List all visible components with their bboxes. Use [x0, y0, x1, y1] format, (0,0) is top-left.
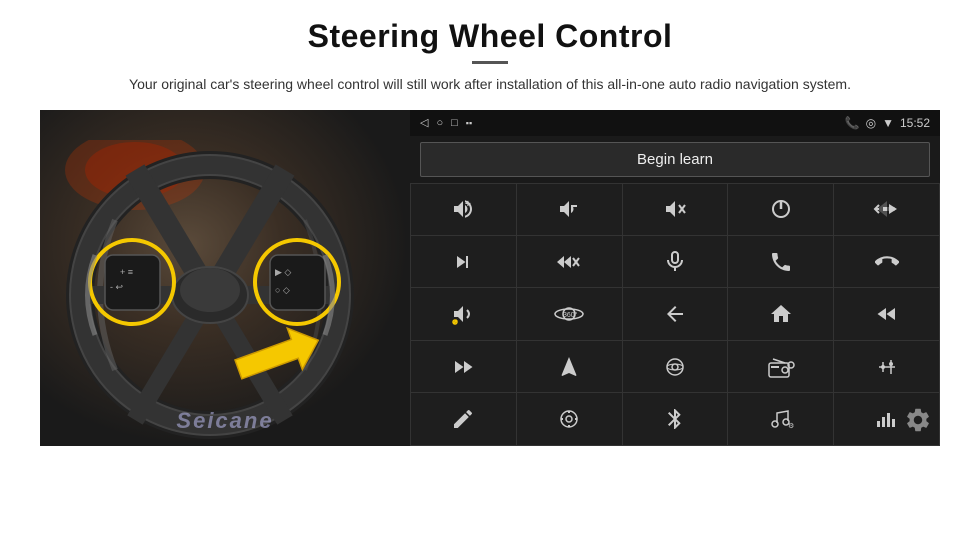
begin-learn-button[interactable]: Begin learn	[420, 142, 930, 177]
mute-button[interactable]	[623, 184, 728, 235]
back-icon: ◁	[420, 116, 428, 129]
android-panel: ◁ ○ □ ▪▪ 📞 ◎ ▼ 15:52 Begin learn	[410, 110, 940, 446]
home-icon: ○	[436, 117, 443, 129]
svg-text:360°: 360°	[563, 311, 578, 319]
page-title: Steering Wheel Control	[308, 18, 673, 55]
svg-text:+ ≡: + ≡	[120, 267, 133, 277]
subtitle: Your original car's steering wheel contr…	[129, 74, 851, 96]
call-button[interactable]	[728, 236, 833, 287]
eq-button[interactable]	[834, 341, 939, 392]
svg-text:+: +	[465, 199, 471, 210]
hang-up-button[interactable]	[834, 236, 939, 287]
eject-button[interactable]	[623, 341, 728, 392]
content-area: + ≡ - ↩ ▶ ◇ ○ ◇	[40, 110, 940, 548]
status-left: ◁ ○ □ ▪▪	[420, 116, 472, 129]
svg-text:▶ ◇: ▶ ◇	[275, 267, 291, 277]
begin-learn-row: Begin learn	[410, 136, 940, 183]
radio-button[interactable]	[728, 341, 833, 392]
svg-text:- ↩: - ↩	[110, 282, 123, 292]
skip-next-button[interactable]	[411, 236, 516, 287]
back-nav-button[interactable]	[623, 288, 728, 339]
edit-button[interactable]	[411, 393, 516, 444]
page-wrapper: Steering Wheel Control Your original car…	[0, 0, 980, 548]
ff-button[interactable]	[517, 236, 622, 287]
recents-icon: □	[451, 117, 458, 129]
360-cam-button[interactable]: 360°	[517, 288, 622, 339]
wifi-icon: ▼	[882, 116, 894, 130]
watermark: Seicane	[176, 408, 273, 434]
clock: 15:52	[900, 116, 930, 130]
svg-text:⚙: ⚙	[788, 422, 794, 430]
settings-gear-icon[interactable]	[904, 406, 932, 440]
vol-down-button[interactable]	[517, 184, 622, 235]
vol-up-button[interactable]: +	[411, 184, 516, 235]
status-bar: ◁ ○ □ ▪▪ 📞 ◎ ▼ 15:52	[410, 110, 940, 136]
steering-wheel-image: + ≡ - ↩ ▶ ◇ ○ ◇	[40, 110, 410, 446]
music-button[interactable]: ⚙	[728, 393, 833, 444]
title-divider	[472, 61, 508, 64]
phone-icon: 📞	[845, 116, 860, 130]
location-icon: ◎	[866, 116, 876, 130]
steering-wheel-svg: + ≡ - ↩ ▶ ◇ ○ ◇	[55, 140, 375, 440]
fast-forward-button[interactable]	[411, 341, 516, 392]
signal-icon: ▪▪	[466, 118, 472, 128]
svg-text:○ ◇: ○ ◇	[275, 285, 290, 295]
bluetooth-button[interactable]	[623, 393, 728, 444]
power-button[interactable]	[728, 184, 833, 235]
controls-grid: +	[410, 183, 940, 446]
call-prev-button[interactable]	[834, 184, 939, 235]
horn-button[interactable]	[411, 288, 516, 339]
settings-button[interactable]	[517, 393, 622, 444]
mic-button[interactable]	[623, 236, 728, 287]
navigation-button[interactable]	[517, 341, 622, 392]
home-nav-button[interactable]	[728, 288, 833, 339]
rew-button[interactable]	[834, 288, 939, 339]
status-right: 📞 ◎ ▼ 15:52	[845, 116, 930, 130]
